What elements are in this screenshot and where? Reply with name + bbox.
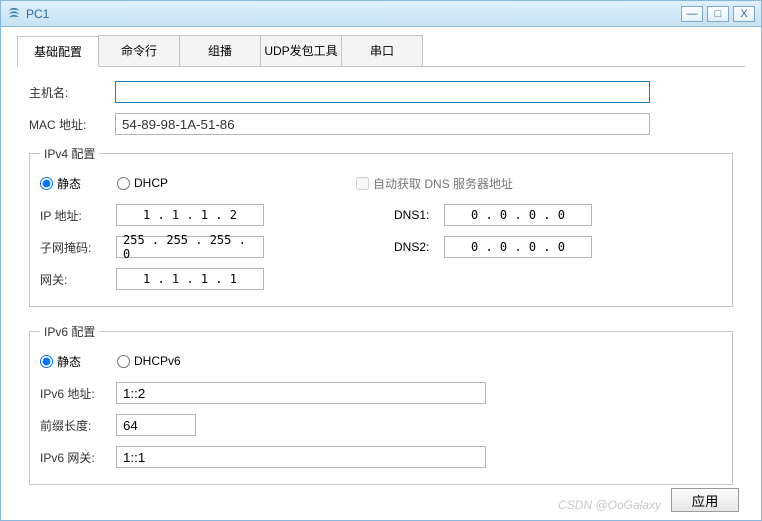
hostname-input[interactable]	[115, 81, 650, 103]
ipv6-addr-input[interactable]	[116, 382, 486, 404]
window-title: PC1	[26, 7, 681, 21]
ipv6-prefix-input[interactable]	[116, 414, 196, 436]
mac-label: MAC 地址:	[29, 116, 115, 133]
ipv4-legend: IPv4 配置	[40, 145, 99, 162]
hostname-label: 主机名:	[29, 84, 115, 101]
footer: 应用	[671, 488, 739, 512]
tab-basic-config[interactable]: 基础配置	[17, 36, 99, 67]
ipv6-dhcp-radio[interactable]: DHCPv6	[117, 354, 181, 368]
app-icon	[7, 7, 21, 21]
ipv6-gateway-label: IPv6 网关:	[40, 449, 116, 466]
ipv4-static-radio[interactable]: 静态	[40, 175, 81, 192]
gateway-label: 网关:	[40, 271, 116, 288]
auto-dns-checkbox[interactable]: 自动获取 DNS 服务器地址	[356, 175, 513, 192]
gateway-input[interactable]: 1 . 1 . 1 . 1	[116, 268, 264, 290]
ipv4-group: IPv4 配置 静态 DHCP 自动获取 DNS 服务器地址 IP 地址: 1 …	[29, 145, 733, 307]
ipv6-legend: IPv6 配置	[40, 323, 99, 340]
ip-input[interactable]: 1 . 1 . 1 . 2	[116, 204, 264, 226]
dns1-label: DNS1:	[394, 208, 444, 222]
tab-udp-tool[interactable]: UDP发包工具	[260, 35, 342, 66]
window-controls: — □ X	[681, 6, 755, 22]
ipv6-addr-label: IPv6 地址:	[40, 385, 116, 402]
tab-bar: 基础配置 命令行 组播 UDP发包工具 串口	[17, 35, 745, 67]
mask-input[interactable]: 255 . 255 . 255 . 0	[116, 236, 264, 258]
mask-label: 子网掩码:	[40, 239, 116, 256]
title-bar: PC1 — □ X	[1, 1, 761, 27]
content-pane: 主机名: MAC 地址: IPv4 配置 静态 DHCP 自动获取 DNS 服务…	[1, 67, 761, 511]
tab-serial[interactable]: 串口	[341, 35, 423, 66]
maximize-button[interactable]: □	[707, 6, 729, 22]
close-button[interactable]: X	[733, 6, 755, 22]
window-frame: PC1 — □ X 基础配置 命令行 组播 UDP发包工具 串口 主机名: MA…	[0, 0, 762, 521]
ipv6-group: IPv6 配置 静态 DHCPv6 IPv6 地址: 前缀长度: IPv6 网关…	[29, 323, 733, 485]
ipv6-gateway-input[interactable]	[116, 446, 486, 468]
dns2-input[interactable]: 0 . 0 . 0 . 0	[444, 236, 592, 258]
ipv6-static-radio[interactable]: 静态	[40, 353, 81, 370]
tab-command-line[interactable]: 命令行	[98, 35, 180, 66]
dns1-input[interactable]: 0 . 0 . 0 . 0	[444, 204, 592, 226]
minimize-button[interactable]: —	[681, 6, 703, 22]
dns2-label: DNS2:	[394, 240, 444, 254]
apply-button[interactable]: 应用	[671, 488, 739, 512]
ipv4-dhcp-radio[interactable]: DHCP	[117, 176, 168, 190]
mac-input[interactable]	[115, 113, 650, 135]
ipv6-prefix-label: 前缀长度:	[40, 417, 116, 434]
ip-label: IP 地址:	[40, 207, 116, 224]
tab-multicast[interactable]: 组播	[179, 35, 261, 66]
